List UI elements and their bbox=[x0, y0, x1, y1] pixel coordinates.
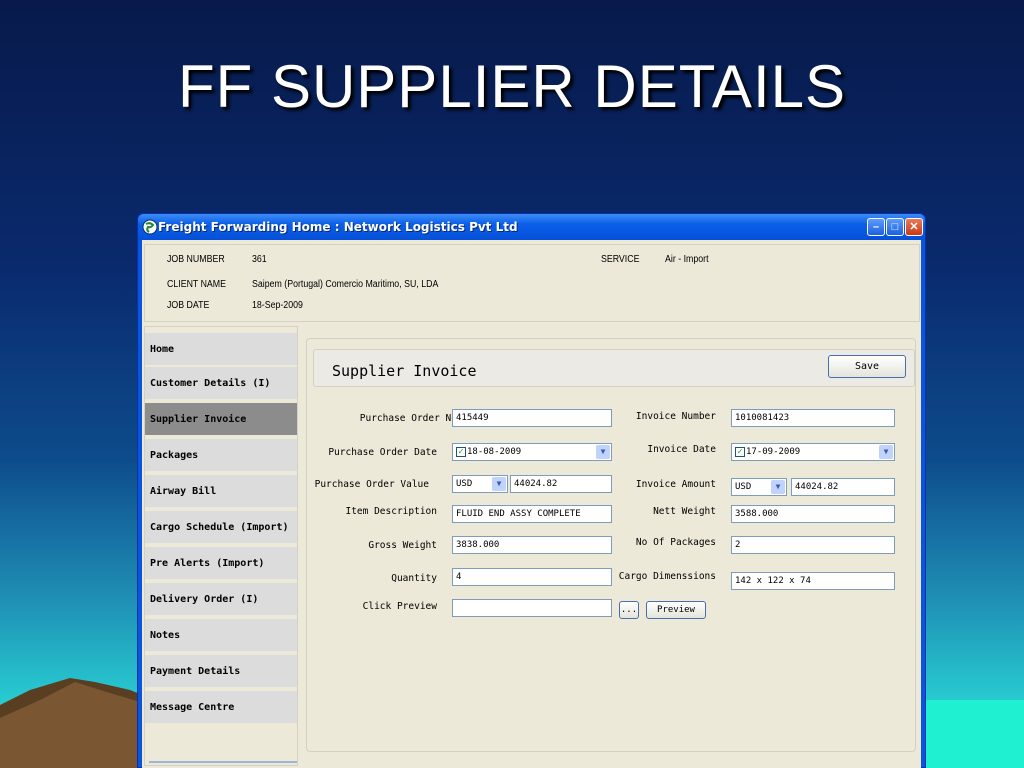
chevron-down-icon[interactable]: ▼ bbox=[492, 477, 506, 491]
gross-weight-label: Gross Weight bbox=[368, 540, 437, 551]
job-date-label: JOB DATE bbox=[167, 300, 210, 311]
window-titlebar[interactable]: Freight Forwarding Home : Network Logist… bbox=[138, 214, 925, 240]
supplier-invoice-panel: Supplier Invoice Save Purchase Order No … bbox=[306, 338, 916, 752]
invoice-amount-label: Invoice Amount bbox=[635, 479, 716, 490]
sidebar-item-airway-bill[interactable]: Airway Bill bbox=[145, 475, 297, 509]
click-preview-label: Click Preview bbox=[362, 601, 437, 612]
sidebar-item-pre-alerts[interactable]: Pre Alerts (Import) bbox=[145, 547, 297, 581]
chevron-down-icon[interactable]: ▼ bbox=[879, 445, 893, 459]
cargo-dimensions-input[interactable]: 142 x 122 x 74 bbox=[731, 572, 895, 590]
service-value: Air - Import bbox=[665, 254, 709, 265]
po-currency-value: USD bbox=[456, 479, 473, 489]
window-title: Freight Forwarding Home : Network Logist… bbox=[158, 220, 518, 234]
slide-title: FF SUPPLIER DETAILS bbox=[177, 53, 847, 120]
maximize-button[interactable]: □ bbox=[886, 218, 904, 236]
invoice-currency-select[interactable]: USD ▼ bbox=[731, 478, 787, 496]
background-strip bbox=[926, 700, 1024, 768]
invoice-date-label: Invoice Date bbox=[647, 444, 716, 455]
sidebar-item-payment-details[interactable]: Payment Details bbox=[145, 655, 297, 689]
quantity-input[interactable]: 4 bbox=[452, 568, 612, 586]
sidebar-item-notes[interactable]: Notes bbox=[145, 619, 297, 653]
po-date-label: Purchase Order Date bbox=[328, 447, 437, 458]
job-date-value: 18-Sep-2009 bbox=[252, 300, 303, 311]
invoice-currency-value: USD bbox=[735, 482, 752, 492]
minimize-button[interactable]: – bbox=[867, 218, 885, 236]
save-button[interactable]: Save bbox=[828, 355, 906, 378]
sidebar-nav: Home Customer Details (I) Supplier Invoi… bbox=[144, 326, 298, 766]
invoice-number-input[interactable]: 1010081423 bbox=[731, 409, 895, 427]
gross-weight-input[interactable]: 3838.000 bbox=[452, 536, 612, 554]
preview-button[interactable]: Preview bbox=[646, 601, 706, 619]
invoice-header: Supplier Invoice Save bbox=[313, 349, 915, 387]
invoice-number-label: Invoice Number bbox=[635, 411, 716, 422]
client-name-value: Saipem (Portugal) Comercio Maritimo, SU,… bbox=[252, 279, 439, 290]
packages-input[interactable]: 2 bbox=[731, 536, 895, 554]
checkbox-icon[interactable]: ✓ bbox=[735, 446, 745, 457]
sidebar-item-delivery-order[interactable]: Delivery Order (I) bbox=[145, 583, 297, 617]
quantity-label: Quantity bbox=[391, 573, 437, 584]
invoice-amount-input[interactable]: 44024.82 bbox=[791, 478, 895, 496]
job-number-label: JOB NUMBER bbox=[167, 254, 225, 265]
sidebar-item-supplier-invoice[interactable]: Supplier Invoice bbox=[145, 403, 297, 437]
preview-path-input[interactable] bbox=[452, 599, 612, 617]
item-description-label: Item Description bbox=[345, 506, 437, 517]
po-currency-select[interactable]: USD ▼ bbox=[452, 475, 508, 493]
checkbox-icon[interactable]: ✓ bbox=[456, 446, 466, 457]
invoice-date-value: 17-09-2009 bbox=[746, 447, 801, 457]
sidebar-item-home[interactable]: Home bbox=[145, 333, 297, 367]
client-name-label: CLIENT NAME bbox=[167, 279, 227, 290]
po-number-label: Purchase Order No bbox=[359, 413, 457, 424]
mountain-decoration bbox=[0, 678, 150, 768]
sidebar-item-customer-details[interactable]: Customer Details (I) bbox=[145, 367, 297, 401]
page-title: Supplier Invoice bbox=[332, 362, 477, 380]
po-number-input[interactable]: 415449 bbox=[452, 409, 612, 427]
po-value-label: Purchase Order Value bbox=[314, 479, 429, 490]
sidebar-item-cargo-schedule[interactable]: Cargo Schedule (Import) bbox=[145, 511, 297, 545]
po-date-value: 18-08-2009 bbox=[467, 447, 522, 457]
sidebar-item-message-centre[interactable]: Message Centre bbox=[145, 691, 297, 725]
job-number-value: 361 bbox=[252, 254, 267, 265]
service-label: SERVICE bbox=[601, 254, 640, 265]
sidebar-item-packages[interactable]: Packages bbox=[145, 439, 297, 473]
window-client-area: JOB NUMBER 361 CLIENT NAME Saipem (Portu… bbox=[142, 240, 921, 768]
nett-weight-input[interactable]: 3588.000 bbox=[731, 505, 895, 523]
cargo-dimensions-label: Cargo Dimenssions bbox=[618, 571, 716, 582]
po-date-picker[interactable]: ✓ 18-08-2009 ▼ bbox=[452, 443, 612, 461]
chevron-down-icon[interactable]: ▼ bbox=[771, 480, 785, 494]
browse-button[interactable]: ... bbox=[619, 601, 639, 619]
sidebar-divider bbox=[149, 761, 297, 763]
nett-weight-label: Nett Weight bbox=[653, 506, 716, 517]
close-button[interactable]: ✕ bbox=[905, 218, 923, 236]
packages-label: No Of Packages bbox=[635, 537, 716, 548]
job-header-panel: JOB NUMBER 361 CLIENT NAME Saipem (Portu… bbox=[144, 244, 920, 322]
app-window: Freight Forwarding Home : Network Logist… bbox=[137, 213, 926, 768]
invoice-date-picker[interactable]: ✓ 17-09-2009 ▼ bbox=[731, 443, 895, 461]
item-description-input[interactable]: FLUID END ASSY COMPLETE bbox=[452, 505, 612, 523]
globe-icon bbox=[142, 219, 158, 235]
